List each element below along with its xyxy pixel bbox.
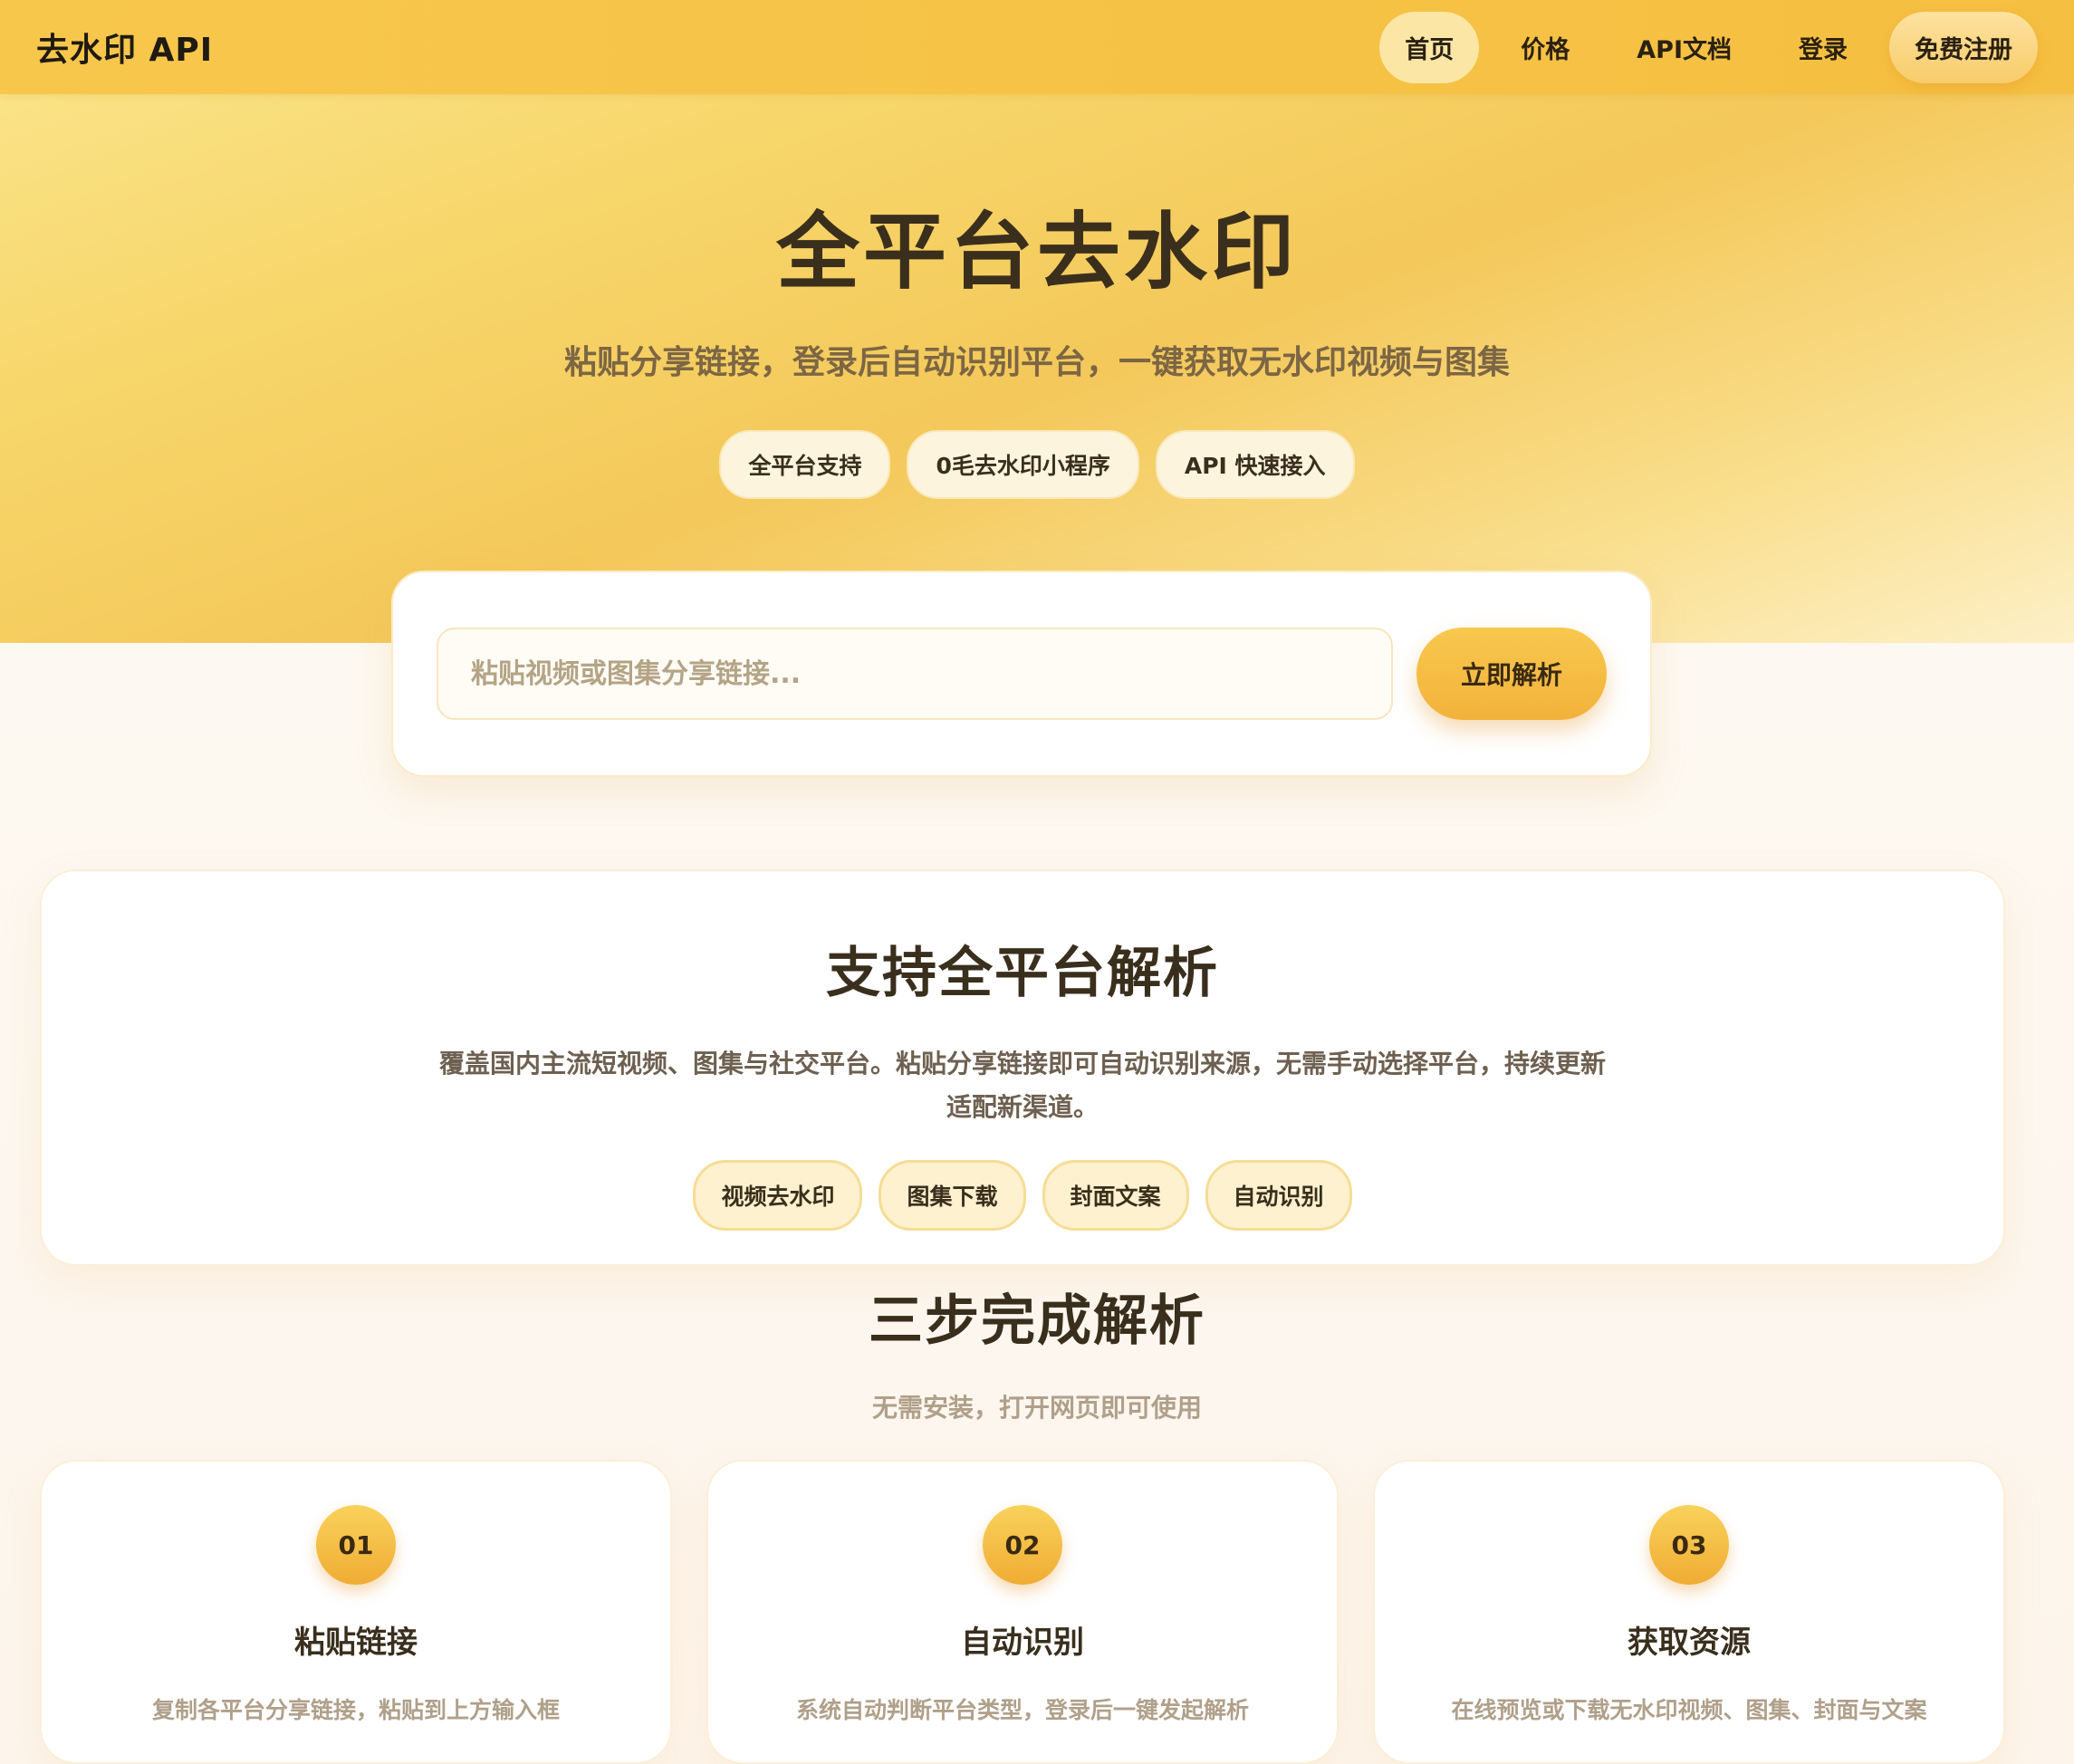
platform-section-title: 支持全平台解析 <box>826 942 1219 1005</box>
platform-description: 覆盖国内主流短视频、图集与社交平台。粘贴分享链接即可自动识别来源，无需手动选择平… <box>438 1049 1606 1122</box>
step-description: 系统自动判断平台类型，登录后一键发起解析 <box>795 1697 1249 1723</box>
nav-link-pricing[interactable]: 价格 <box>1495 12 1595 83</box>
nav-link-login[interactable]: 登录 <box>1773 12 1873 83</box>
step-title: 获取资源 <box>1628 1625 1751 1661</box>
hero-tag-all-platforms: 全平台支持 <box>719 430 891 499</box>
step-title: 粘贴链接 <box>294 1625 418 1661</box>
steps-row: 01 粘贴链接 复制各平台分享链接，粘贴到上方输入框 02 自动识别 系统自动判… <box>40 1460 2005 1764</box>
register-button[interactable]: 免费注册 <box>1889 11 2038 83</box>
platform-support-card: 支持全平台解析 覆盖国内主流短视频、图集与社交平台。粘贴分享链接即可自动识别来源… <box>40 869 2005 1266</box>
hero-tag-mini-program: 0毛去水印小程序 <box>907 430 1139 499</box>
feature-tag-video: 视频去水印 <box>693 1160 863 1231</box>
feature-tag-auto-detect: 自动识别 <box>1205 1160 1352 1231</box>
step-number-badge: 01 <box>316 1505 396 1585</box>
step-card: 03 获取资源 在线预览或下载无水印视频、图集、封面与文案 <box>1373 1460 2005 1764</box>
hero-title: 全平台去水印 <box>775 204 1298 301</box>
nav-links: 首页 价格 API文档 登录 免费注册 <box>1379 11 2038 83</box>
steps-title: 三步完成解析 <box>869 1289 1205 1353</box>
step-description: 在线预览或下载无水印视频、图集、封面与文案 <box>1451 1697 1927 1723</box>
feature-tag-gallery: 图集下载 <box>879 1160 1026 1231</box>
steps-header: 三步完成解析 无需安装，打开网页即可使用 <box>0 1277 2074 1424</box>
hero-tags: 全平台支持 0毛去水印小程序 API 快速接入 <box>0 430 2074 499</box>
link-input[interactable] <box>437 628 1393 720</box>
feature-tags: 视频去水印 图集下载 封面文案 自动识别 <box>42 1160 2003 1231</box>
step-description: 复制各平台分享链接，粘贴到上方输入框 <box>151 1697 560 1723</box>
nav-link-home[interactable]: 首页 <box>1379 11 1480 83</box>
hero-section: 全平台去水印 粘贴分享链接，登录后自动识别平台，一键获取无水印视频与图集 全平台… <box>0 94 2074 499</box>
step-number-badge: 02 <box>983 1505 1062 1585</box>
brand-logo[interactable]: 去水印 API <box>36 24 213 71</box>
step-title: 自动识别 <box>961 1625 1084 1661</box>
hero-tag-api: API 快速接入 <box>1155 430 1355 499</box>
step-card: 02 自动识别 系统自动判断平台类型，登录后一键发起解析 <box>706 1460 1339 1764</box>
step-number-badge: 03 <box>1649 1505 1729 1585</box>
top-navbar: 去水印 API 首页 价格 API文档 登录 免费注册 <box>0 0 2074 94</box>
parse-button[interactable]: 立即解析 <box>1416 628 1607 720</box>
feature-tag-cover-text: 封面文案 <box>1042 1160 1189 1231</box>
steps-subtitle: 无需安装，打开网页即可使用 <box>871 1393 1202 1423</box>
search-card: 立即解析 <box>391 570 1652 777</box>
nav-link-api-docs[interactable]: API文档 <box>1611 12 1757 83</box>
hero-subtitle: 粘贴分享链接，登录后自动识别平台，一键获取无水印视频与图集 <box>563 344 1510 381</box>
step-card: 01 粘贴链接 复制各平台分享链接，粘贴到上方输入框 <box>40 1460 672 1764</box>
